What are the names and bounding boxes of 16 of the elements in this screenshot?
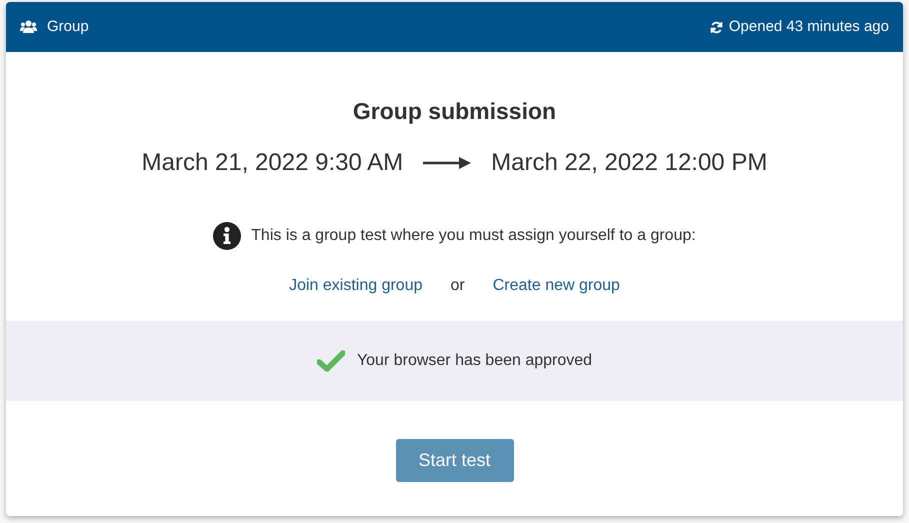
create-group-link[interactable]: Create new group <box>492 274 620 298</box>
start-test-button[interactable]: Start test <box>396 439 514 482</box>
opened-time: Opened 43 minutes ago <box>728 16 889 37</box>
join-group-link[interactable]: Join existing group <box>289 274 422 298</box>
or-text: or <box>450 276 465 296</box>
end-date: March 22, 2022 12:00 PM <box>491 148 768 178</box>
page-title: Group submission <box>352 97 556 126</box>
users-icon <box>20 20 37 34</box>
refresh-icon <box>710 20 723 34</box>
start-date: March 21, 2022 9:30 AM <box>142 148 404 178</box>
info-icon <box>213 222 242 250</box>
header-title: Group <box>47 16 89 37</box>
checkmark-icon <box>316 350 345 372</box>
approval-message: Your browser has been approved <box>356 351 592 371</box>
info-text: This is a group test where you must assign yourself to a group: <box>251 226 696 246</box>
arrow-icon <box>423 157 472 169</box>
